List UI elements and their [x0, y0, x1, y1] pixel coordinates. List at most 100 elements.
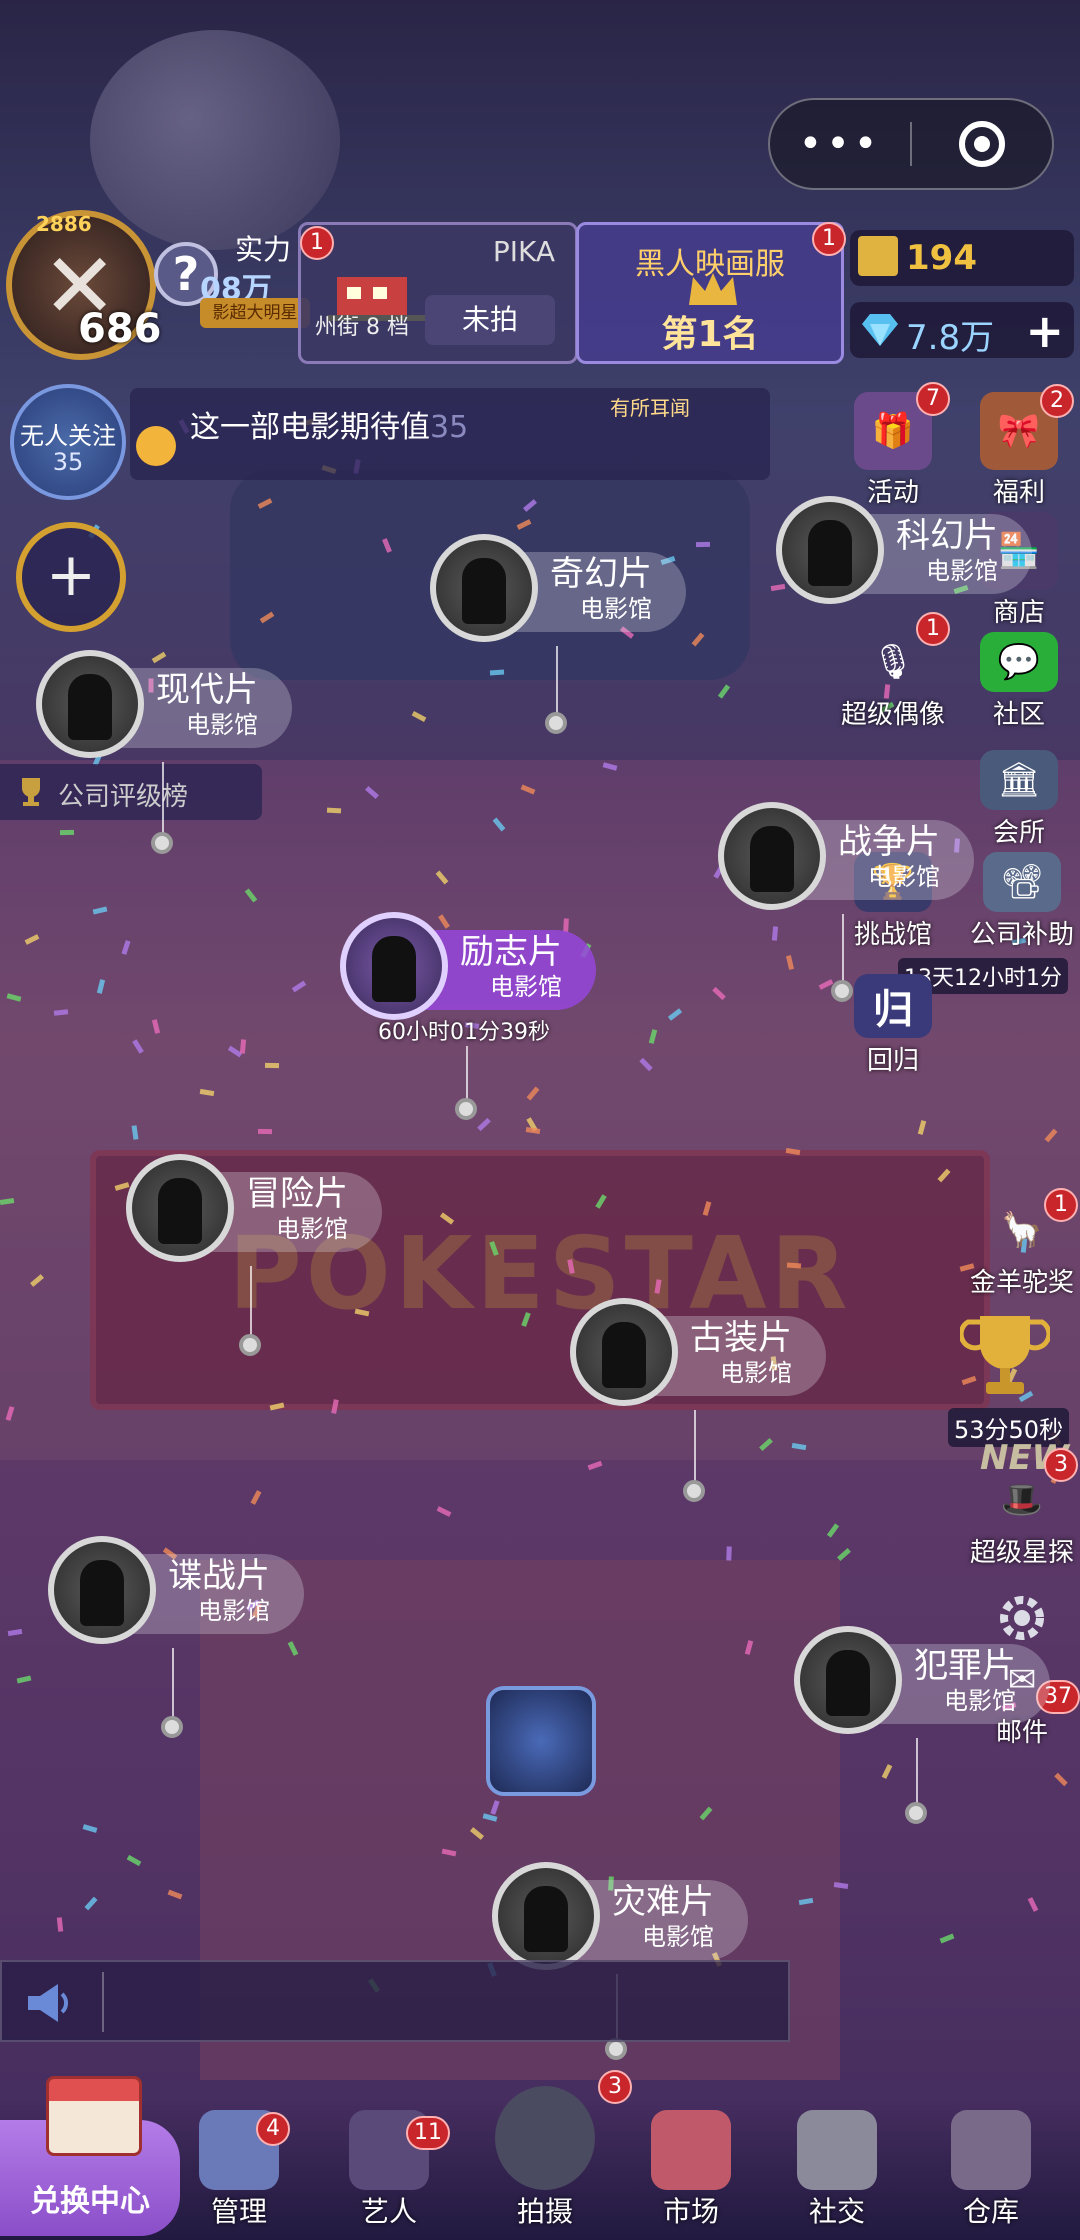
follower-indicator[interactable]: 无人关注 35 — [10, 384, 126, 500]
cinema-modern-name: 现代片 — [156, 670, 258, 710]
confetti-piece — [695, 541, 711, 548]
cinema-crime[interactable]: 犯罪片 电影馆 — [794, 1626, 1050, 1734]
gem-currency[interactable]: 7.8万 + — [850, 302, 1074, 358]
gold-ticket-icon — [858, 236, 898, 276]
side-return-label: 回归 — [866, 1046, 919, 1076]
side-challenge-label: 挑战馆 — [853, 920, 932, 950]
ancient-figure-icon — [570, 1298, 678, 1406]
mini-program-capsule: ••• — [768, 98, 1054, 190]
cinema-spy-sub: 电影馆 — [198, 1597, 270, 1625]
nav-shoot-badge: 3 — [598, 2070, 632, 2104]
cinema-war-stem — [842, 914, 844, 986]
nav-market[interactable]: 市场 — [626, 2110, 756, 2230]
cinema-costume[interactable]: 古装片 电影馆 — [570, 1298, 826, 1406]
add-button[interactable]: + — [16, 522, 126, 632]
cinema-scifi-name: 科幻片 — [896, 516, 998, 556]
confetti-piece — [326, 807, 342, 814]
side-super-idol-badge: 1 — [916, 612, 950, 646]
side-community-label: 社区 — [992, 700, 1045, 730]
cinema-adventure[interactable]: 冒险片 电影馆 — [126, 1154, 382, 1262]
rank-card[interactable]: 黑人映画服 第1名 — [576, 222, 844, 364]
close-program-button[interactable] — [912, 121, 1052, 167]
confetti-piece — [726, 1546, 732, 1561]
company-rating-label: 公司评级榜 — [58, 782, 189, 812]
side-community[interactable]: 💬 社区 — [964, 632, 1074, 731]
gold-value: 194 — [906, 238, 977, 278]
cinema-costume-anchor — [683, 1480, 705, 1502]
side-activity-badge: 7 — [916, 382, 950, 416]
pika-studio-card[interactable]: PIKA 州街 8 档 未拍 — [298, 222, 578, 364]
cinema-adventure-anchor — [239, 1334, 261, 1356]
club-icon: 🏛 — [980, 750, 1058, 810]
trophy-icon[interactable] — [960, 1310, 1050, 1406]
mystery-cube-icon[interactable] — [486, 1686, 596, 1796]
cinema-disaster-name: 灾难片 — [612, 1882, 714, 1922]
expectation-label: 这一部电影期待值 — [190, 410, 430, 445]
cinema-fantasy-anchor — [545, 712, 567, 734]
announcement-bar[interactable] — [0, 1960, 790, 2042]
follower-label: 无人关注 — [20, 422, 116, 450]
more-menu-button[interactable]: ••• — [770, 124, 910, 164]
spy-icon — [48, 1536, 156, 1644]
cinema-costume-sub: 电影馆 — [720, 1359, 792, 1387]
gold-currency[interactable]: 194 — [850, 230, 1074, 286]
fantasy-icon — [430, 534, 538, 642]
side-return[interactable]: 归 回归 — [838, 974, 948, 1077]
return-icon: 归 — [854, 974, 932, 1038]
side-company-subsidy-label: 公司补助 — [969, 920, 1074, 950]
cinema-scifi[interactable]: 科幻片 电影馆 — [776, 496, 1032, 604]
expectation-value: 35 — [430, 410, 469, 445]
cinema-fantasy-stem — [556, 646, 558, 716]
confetti-piece — [264, 1062, 280, 1069]
exchange-center-label: 兑换中心 — [30, 2184, 150, 2219]
nav-shoot-label: 拍摄 — [516, 2195, 573, 2228]
cinema-modern[interactable]: 现代片 电影馆 — [36, 650, 292, 758]
film-camera-icon — [495, 2086, 595, 2190]
cinema-war[interactable]: 战争片 电影馆 — [718, 802, 974, 910]
company-rating-button[interactable]: 公司评级榜 — [0, 764, 262, 820]
soldier-icon — [718, 802, 826, 910]
confetti-piece — [489, 669, 505, 676]
side-super-idol[interactable]: 🎙 超级偶像 — [838, 632, 948, 731]
side-club[interactable]: 🏛 会所 — [964, 750, 1074, 849]
nav-warehouse[interactable]: 仓库 — [926, 2110, 1056, 2230]
avatar-top-number: 2886 — [36, 212, 92, 236]
side-company-subsidy[interactable]: 📽 公司补助 — [964, 852, 1080, 951]
rank-value: 第1名 — [661, 314, 759, 355]
projector-icon: 📽 — [983, 852, 1061, 912]
add-gems-button[interactable]: + — [1025, 304, 1064, 358]
climber-icon — [340, 912, 448, 1020]
announcement-divider — [102, 1972, 104, 2032]
side-welfare-badge: 2 — [1040, 384, 1074, 418]
nav-social[interactable]: 社交 — [772, 2110, 902, 2230]
cinema-inspirational[interactable]: 励志片 电影馆 — [340, 912, 596, 1020]
cinema-war-sub: 电影馆 — [868, 863, 940, 891]
rank-badge: 1 — [812, 222, 846, 256]
cinema-spy[interactable]: 谍战片 电影馆 — [48, 1536, 304, 1644]
side-super-scout-badge: 3 — [1044, 1448, 1078, 1482]
ufo-icon — [776, 496, 884, 604]
cinema-spy-name: 谍战片 — [168, 1556, 270, 1596]
cinema-disaster-sub: 电影馆 — [642, 1923, 714, 1951]
cinema-inspirational-timer: 60小时01分39秒 — [378, 1020, 550, 1045]
nav-manage-label: 管理 — [210, 2195, 267, 2228]
cinema-fantasy[interactable]: 奇幻片 电影馆 — [430, 534, 686, 642]
side-super-scout[interactable]: 🎩 超级星探 — [964, 1470, 1080, 1569]
store-icon — [46, 2076, 142, 2156]
confetti-piece — [257, 1128, 273, 1135]
cinema-inspirational-anchor — [455, 1098, 477, 1120]
cinema-fantasy-name: 奇幻片 — [550, 554, 652, 594]
side-club-label: 会所 — [992, 818, 1045, 848]
nav-market-label: 市场 — [662, 2195, 719, 2228]
cinema-adventure-name: 冒险片 — [246, 1174, 348, 1214]
player-level: 686 — [78, 306, 162, 352]
nav-shoot[interactable]: 拍摄 — [480, 2086, 610, 2230]
cinema-inspirational-name: 励志片 — [460, 932, 562, 972]
pika-address: 州街 8 档 — [315, 315, 409, 340]
expectation-text: 这一部电影期待值35 — [190, 402, 468, 446]
pika-status-button[interactable]: 未拍 — [425, 295, 555, 345]
cinema-inspirational-sub: 电影馆 — [490, 973, 562, 1001]
emoji-icon — [136, 426, 176, 466]
expectation-bar[interactable]: 这一部电影期待值35 有所耳闻 — [130, 388, 770, 480]
cinema-disaster[interactable]: 灾难片 电影馆 — [492, 1862, 748, 1970]
